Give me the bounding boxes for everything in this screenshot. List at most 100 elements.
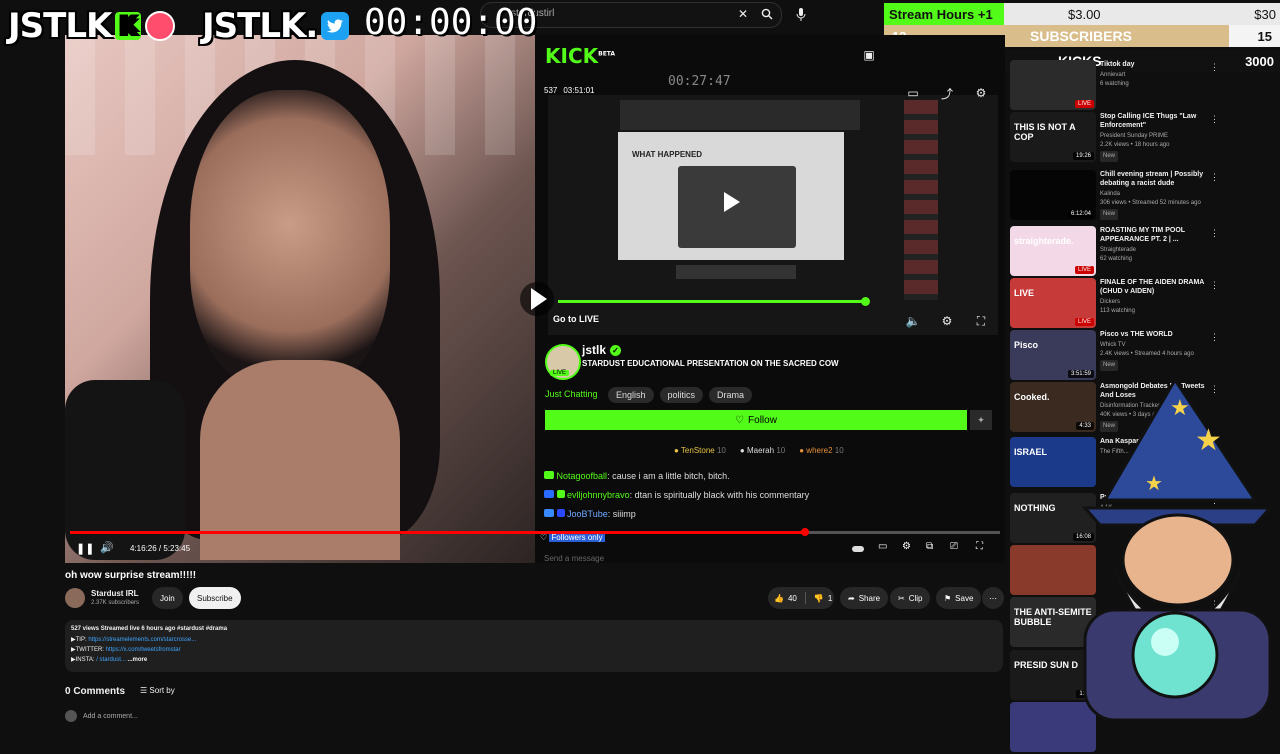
more-actions-button[interactable]: ⋯ bbox=[982, 587, 1004, 609]
description-box[interactable]: 527 views Streamed live 6 hours ago #sta… bbox=[65, 620, 1003, 672]
more-link[interactable]: ...more bbox=[128, 657, 148, 663]
captions-icon[interactable]: ▭ bbox=[878, 541, 887, 552]
video-thumbnail[interactable]: Pisco 3:51:59 bbox=[1010, 330, 1096, 380]
more-options-icon[interactable]: ⋮ bbox=[1210, 62, 1219, 73]
live-badge: LIVE bbox=[550, 370, 570, 376]
go-to-live-button[interactable]: Go to LIVE bbox=[553, 314, 599, 324]
inner-pip-icon: ▭ bbox=[907, 86, 919, 100]
record-icon bbox=[144, 11, 175, 41]
share-button[interactable]: ➦ Share bbox=[840, 587, 889, 609]
user-avatar bbox=[65, 710, 77, 722]
recommended-video[interactable]: THIS IS NOT A COP 19:26 Stop Calling ICE T… bbox=[1010, 112, 1280, 164]
dislike-count[interactable]: 1 bbox=[828, 594, 832, 603]
like-icon[interactable]: 👍 bbox=[768, 594, 784, 603]
thumbnail-text: straighterade. bbox=[1014, 236, 1074, 246]
search-icon[interactable] bbox=[756, 3, 778, 25]
fullscreen-icon[interactable]: ⛶ bbox=[976, 541, 983, 552]
cast-icon[interactable]: ⎚ bbox=[950, 541, 958, 552]
autoplay-toggle[interactable] bbox=[852, 546, 864, 552]
channel-name[interactable]: President Sunday PRIME bbox=[1100, 132, 1218, 141]
subscribe-button[interactable]: Subscribe bbox=[189, 587, 241, 609]
tag-english[interactable]: English bbox=[608, 387, 654, 403]
kick-progress-bar[interactable] bbox=[558, 300, 866, 303]
youtube-progress-remaining[interactable] bbox=[804, 531, 1000, 534]
channel-name-yt[interactable]: Stardust IRL bbox=[91, 589, 139, 598]
more-options-icon[interactable]: ⋮ bbox=[1210, 114, 1219, 125]
video-title[interactable]: FINALE OF THE AIDEN DRAMA (CHUD v AIDEN) bbox=[1100, 278, 1218, 296]
recommended-video[interactable]: 6:12:04 Chill evening stream | Possibly d… bbox=[1010, 170, 1280, 222]
picture-in-picture-icon[interactable]: ▣ bbox=[858, 44, 880, 66]
clip-label: Clip bbox=[908, 593, 923, 603]
tag-politics[interactable]: politics bbox=[659, 387, 704, 403]
recommended-video[interactable]: LIVE LIVE FINALE OF THE AIDEN DRAMA (CHUD … bbox=[1010, 278, 1280, 330]
video-thumbnail[interactable]: LIVE bbox=[1010, 60, 1096, 110]
video-thumbnail[interactable]: straighterade. LIVE bbox=[1010, 226, 1096, 276]
channel-name[interactable]: Whick TV bbox=[1100, 341, 1218, 350]
kick-settings-icon[interactable]: ⚙ bbox=[936, 310, 958, 332]
video-thumbnail[interactable]: LIVE LIVE bbox=[1010, 278, 1096, 328]
recommended-video[interactable]: straighterade. LIVE ROASTING MY TIM POOL A… bbox=[1010, 226, 1280, 278]
chat-input[interactable]: Send a message bbox=[544, 554, 944, 563]
live-badge: LIVE bbox=[1074, 266, 1094, 274]
join-button[interactable]: Join bbox=[152, 587, 183, 609]
channel-name[interactable]: Dickers bbox=[1100, 298, 1218, 307]
badge-icon bbox=[544, 471, 554, 479]
more-options-icon[interactable]: ⋮ bbox=[1210, 172, 1219, 183]
channel-name[interactable]: Kalinda bbox=[1100, 190, 1218, 199]
badge-icon bbox=[544, 490, 554, 498]
screen-title: WHAT HAPPENED bbox=[632, 150, 703, 159]
channel-name[interactable]: jstlk bbox=[582, 343, 606, 357]
inner-video-card bbox=[678, 166, 796, 248]
settings-icon[interactable]: ⚙ bbox=[902, 541, 911, 552]
channel-name-row: jstlk ✓ bbox=[582, 343, 622, 357]
video-title[interactable]: Pisco vs THE WORLD bbox=[1100, 330, 1218, 339]
save-button[interactable]: ⚑ Save bbox=[936, 587, 982, 609]
recommended-video[interactable]: LIVE Tiktok day Annievart 6 watching ⋮ bbox=[1010, 60, 1280, 112]
kick-volume-icon[interactable]: 🔈 bbox=[902, 310, 924, 332]
chat-message: Notagoofball: cause i am a little bitch,… bbox=[544, 471, 809, 481]
tip-line: ▶TIP: https://streamelements.com/starcro… bbox=[71, 637, 197, 643]
youtube-progress-bar[interactable] bbox=[70, 531, 805, 534]
video-thumbnail[interactable]: 6:12:04 bbox=[1010, 170, 1096, 220]
microphone-icon[interactable] bbox=[790, 3, 812, 25]
clip-button[interactable]: ✂ Clip bbox=[890, 587, 931, 609]
uptime: 03:51:01 bbox=[563, 86, 595, 95]
tag-drama[interactable]: Drama bbox=[709, 387, 753, 403]
clear-search-icon[interactable]: ✕ bbox=[732, 3, 754, 25]
followers-only-row: ♡ Followers only bbox=[540, 533, 605, 542]
kick-play-button[interactable] bbox=[520, 282, 554, 316]
channel-name[interactable]: Straighterade bbox=[1100, 246, 1218, 255]
video-title[interactable]: Tiktok day bbox=[1100, 60, 1218, 69]
miniplayer-icon[interactable]: ⧉ bbox=[926, 541, 933, 552]
video-thumbnail[interactable]: THIS IS NOT A COP 19:26 bbox=[1010, 112, 1096, 162]
tip-link[interactable]: https://streamelements.com/starcrosse... bbox=[88, 637, 196, 643]
add-comment-input[interactable]: Add a comment... bbox=[83, 713, 138, 720]
sort-by-button[interactable]: ☰ Sort by bbox=[140, 686, 175, 695]
bookmark-icon: ⚑ bbox=[944, 593, 952, 603]
gift-button[interactable]: ✦ bbox=[970, 410, 992, 430]
recommended-video[interactable]: Pisco 3:51:59 Pisco vs THE WORLD Whick TV 2.… bbox=[1010, 330, 1280, 382]
gifter-2: ● Maerah 10 bbox=[739, 446, 786, 455]
more-options-icon[interactable]: ⋮ bbox=[1210, 280, 1219, 291]
kick-fullscreen-icon[interactable]: ⛶ bbox=[970, 310, 992, 332]
video-title[interactable]: Chill evening stream | Possibly debating… bbox=[1100, 170, 1218, 188]
like-count[interactable]: 40 bbox=[788, 594, 797, 603]
video-title[interactable]: ROASTING MY TIM POOL APPEARANCE PT. 2 | … bbox=[1100, 226, 1218, 244]
gifter-1: ● TenStone 10 bbox=[674, 446, 726, 455]
insta-link[interactable]: / stardust... bbox=[96, 657, 126, 663]
channel-avatar-yt[interactable] bbox=[65, 588, 85, 608]
follow-button[interactable]: ♡ Follow bbox=[545, 410, 967, 430]
pause-icon[interactable]: ❚❚ bbox=[76, 542, 94, 555]
channel-name[interactable]: Annievart bbox=[1100, 71, 1218, 80]
progress-scrubber[interactable] bbox=[801, 528, 809, 536]
volume-icon[interactable]: 🔊 bbox=[100, 541, 114, 554]
duration-badge: 3:51:59 bbox=[1067, 370, 1094, 378]
lock-icon: ♡ bbox=[540, 533, 548, 542]
dislike-icon[interactable]: 👎 bbox=[814, 594, 824, 603]
video-title[interactable]: Stop Calling ICE Thugs "Law Enforcement" bbox=[1100, 112, 1218, 130]
more-options-icon[interactable]: ⋮ bbox=[1210, 228, 1219, 239]
category-link[interactable]: Just Chatting bbox=[545, 389, 598, 399]
more-options-icon[interactable]: ⋮ bbox=[1210, 332, 1219, 343]
twitter-link[interactable]: https://x.com/tweetsfromstar bbox=[106, 647, 181, 653]
kick-progress-knob[interactable] bbox=[861, 297, 870, 306]
